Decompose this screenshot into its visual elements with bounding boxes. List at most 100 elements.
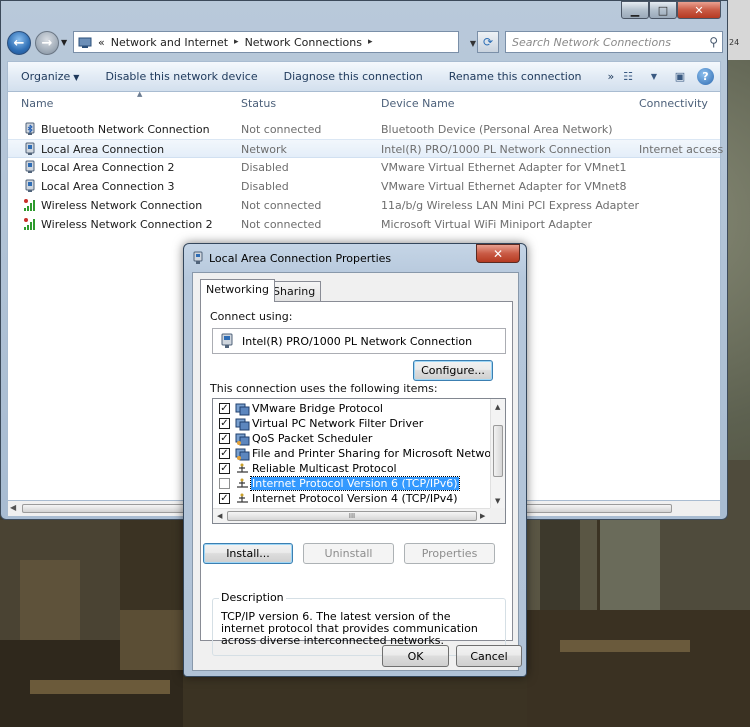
install-button[interactable]: Install... xyxy=(203,543,293,564)
diagnose-button[interactable]: Diagnose this connection xyxy=(271,70,436,83)
description-text: TCP/IP version 6. The latest version of … xyxy=(221,610,478,647)
breadcrumb-network-connections[interactable]: Network Connections xyxy=(245,36,362,49)
list-item[interactable]: ✓ File and Printer Sharing for Microsoft… xyxy=(213,446,505,461)
list-item[interactable]: ✓ Virtual PC Network Filter Driver xyxy=(213,416,491,431)
column-header-name[interactable]: Name ▲ xyxy=(21,90,142,114)
caption-buttons: ▁ □ ✕ xyxy=(621,1,721,19)
maximize-button[interactable]: □ xyxy=(649,1,677,19)
component-checkbox[interactable]: ✓ xyxy=(219,448,230,459)
minimize-button[interactable]: ▁ xyxy=(621,1,649,19)
connection-row[interactable]: Wireless Network Connection Not connecte… xyxy=(8,196,720,215)
search-input[interactable]: Search Network Connections ⚲ xyxy=(505,31,723,53)
recent-pages-dropdown-icon[interactable]: ▼ xyxy=(61,38,67,47)
connection-name: Wireless Network Connection xyxy=(41,199,203,212)
protocol-icon xyxy=(237,493,248,503)
breadcrumb-network-and-internet[interactable]: Network and Internet xyxy=(111,36,228,49)
disable-device-button[interactable]: Disable this network device xyxy=(92,70,270,83)
cancel-button[interactable]: Cancel xyxy=(456,645,522,667)
back-button[interactable]: ← xyxy=(7,31,31,55)
wireless-icon xyxy=(24,218,35,230)
connection-status: Network xyxy=(241,143,287,156)
list-item[interactable]: ✓ QoS Packet Scheduler xyxy=(213,431,491,446)
component-label: QoS Packet Scheduler xyxy=(252,432,373,445)
properties-button[interactable]: Properties xyxy=(404,543,495,564)
scrollbar-corner xyxy=(490,508,505,523)
list-item[interactable]: ✓ Reliable Multicast Protocol xyxy=(213,461,491,476)
scroll-thumb[interactable] xyxy=(493,425,503,477)
connection-device: Microsoft Virtual WiFi Miniport Adapter xyxy=(381,218,593,231)
configure-button[interactable]: Configure... xyxy=(413,360,493,381)
scroll-left-icon[interactable]: ◀ xyxy=(10,503,16,512)
connection-name: Local Area Connection 2 xyxy=(41,161,175,174)
column-header-device-name[interactable]: Device Name xyxy=(381,92,455,114)
connection-name: Local Area Connection xyxy=(41,143,165,156)
refresh-button[interactable]: ⟳ xyxy=(477,31,499,53)
properties-dialog: Local Area Connection Properties ✕ Netwo… xyxy=(183,243,527,677)
component-checkbox[interactable]: ✓ xyxy=(219,403,230,414)
protocol-icon xyxy=(237,478,248,488)
address-bar[interactable]: « Network and Internet ▸ Network Connect… xyxy=(73,31,476,53)
scroll-right-icon[interactable]: ▶ xyxy=(480,512,485,520)
vertical-scrollbar[interactable]: ▲ ▼ xyxy=(490,399,505,509)
sort-ascending-icon: ▲ xyxy=(137,90,143,98)
rename-button[interactable]: Rename this connection xyxy=(436,70,595,83)
help-icon[interactable]: ? xyxy=(697,67,714,85)
network-service-icon xyxy=(235,448,250,461)
close-button[interactable]: ✕ xyxy=(677,1,721,19)
scroll-up-icon[interactable]: ▲ xyxy=(495,403,500,411)
connection-name: Bluetooth Network Connection xyxy=(41,123,210,136)
overflow-crumb[interactable]: « xyxy=(98,36,105,49)
component-label: Virtual PC Network Filter Driver xyxy=(252,417,424,430)
preview-pane-icon[interactable]: ▣ xyxy=(671,67,689,85)
component-checkbox[interactable]: ✓ xyxy=(219,463,230,474)
connection-status: Not connected xyxy=(241,199,322,212)
adapter-field: Intel(R) PRO/1000 PL Network Connection xyxy=(212,328,506,354)
connection-row[interactable]: Local Area Connection 3 Disabled VMware … xyxy=(8,177,720,196)
column-header-connectivity[interactable]: Connectivity xyxy=(639,92,708,114)
column-header-status[interactable]: Status xyxy=(241,92,276,114)
forward-button[interactable]: → xyxy=(35,31,59,55)
network-client-icon xyxy=(235,418,250,431)
breadcrumb-separator-icon[interactable]: ▸ xyxy=(368,37,373,47)
connection-device: 11a/b/g Wireless LAN Mini PCI Express Ad… xyxy=(381,199,639,212)
search-icon[interactable]: ⚲ xyxy=(709,35,718,49)
address-row: ← → ▼ « Network and Internet ▸ Network C… xyxy=(5,29,725,57)
change-view-icon[interactable]: ☷ xyxy=(619,67,637,85)
dialog-body: Networking Sharing Connect using: Intel(… xyxy=(192,272,522,671)
breadcrumb-separator-icon[interactable]: ▸ xyxy=(234,37,239,47)
connection-status: Disabled xyxy=(241,180,289,193)
component-checkbox[interactable]: ✓ xyxy=(219,493,230,504)
dialog-close-button[interactable]: ✕ xyxy=(476,244,520,263)
tab-sharing[interactable]: Sharing xyxy=(267,281,322,301)
uninstall-button[interactable]: Uninstall xyxy=(303,543,394,564)
connection-row[interactable]: Local Area Connection 2 Disabled VMware … xyxy=(8,158,720,177)
ok-button[interactable]: OK xyxy=(382,645,449,667)
wireless-icon xyxy=(24,199,35,211)
component-checkbox[interactable]: ✓ xyxy=(219,433,230,444)
horizontal-scrollbar[interactable]: ◀ III ▶ xyxy=(213,508,491,523)
view-dropdown-icon[interactable]: ▼ xyxy=(645,67,663,85)
connection-device: Intel(R) PRO/1000 PL Network Connection xyxy=(381,143,612,156)
components-list[interactable]: ✓ VMware Bridge Protocol ✓ Virtual PC Ne… xyxy=(212,398,506,524)
bluetooth-icon xyxy=(25,122,35,135)
network-adapter-icon xyxy=(221,333,233,348)
tab-networking[interactable]: Networking xyxy=(200,279,275,302)
scroll-thumb[interactable]: III xyxy=(227,511,477,521)
connection-row[interactable]: Bluetooth Network Connection Not connect… xyxy=(8,120,720,139)
component-checkbox[interactable]: ✓ xyxy=(219,418,230,429)
component-label: Internet Protocol Version 6 (TCP/IPv6) xyxy=(250,476,460,491)
connection-status: Not connected xyxy=(241,218,322,231)
list-item[interactable]: ✓ Internet Protocol Version 4 (TCP/IPv4) xyxy=(213,491,491,506)
component-checkbox[interactable] xyxy=(219,478,230,489)
component-label: File and Printer Sharing for Microsoft N… xyxy=(252,447,506,460)
connection-row[interactable]: Wireless Network Connection 2 Not connec… xyxy=(8,215,720,234)
items-label: This connection uses the following items… xyxy=(210,382,438,395)
connection-row[interactable]: Local Area Connection Network Intel(R) P… xyxy=(8,139,723,158)
list-item[interactable]: ✓ VMware Bridge Protocol xyxy=(213,401,491,416)
description-label: Description xyxy=(219,591,286,604)
scroll-left-icon[interactable]: ◀ xyxy=(217,512,222,520)
connection-name: Wireless Network Connection 2 xyxy=(41,218,213,231)
organize-button[interactable]: Organize ▼ xyxy=(8,70,92,83)
list-item-selected[interactable]: Internet Protocol Version 6 (TCP/IPv6) xyxy=(213,476,491,491)
scroll-down-icon[interactable]: ▼ xyxy=(495,497,500,505)
